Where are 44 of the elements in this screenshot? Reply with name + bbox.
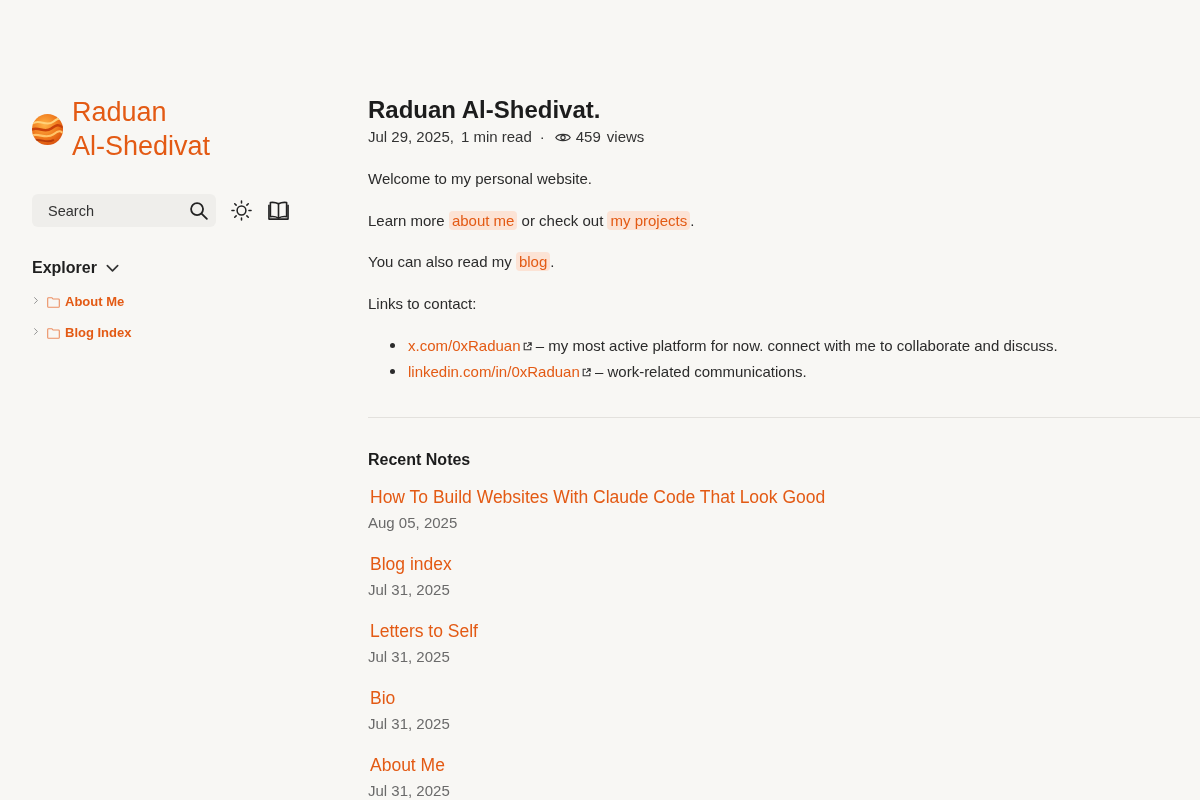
note-link[interactable]: Letters to Self <box>370 619 478 642</box>
sun-icon[interactable] <box>231 200 252 221</box>
meta-separator: · <box>539 127 545 147</box>
folder-icon <box>47 296 60 308</box>
paragraph: Learn more about me or check out my projects . <box>368 210 696 231</box>
note-date: Jul 31, 2025 <box>368 713 450 734</box>
paragraph: Links to contact: <box>368 293 478 314</box>
inline-link[interactable]: my projects <box>607 210 691 230</box>
view-count: 459 <box>575 127 601 147</box>
explorer-toggle[interactable]: Explorer <box>32 257 120 279</box>
note-link[interactable]: Blog index <box>370 552 452 575</box>
external-link-icon <box>522 341 532 351</box>
bullet-icon <box>390 369 395 374</box>
bullet-icon <box>390 343 395 348</box>
tree-item[interactable]: About Me <box>32 292 125 312</box>
search-icon[interactable] <box>189 201 208 220</box>
swirl-sphere-logo-icon[interactable] <box>32 113 63 145</box>
folder-icon <box>47 327 60 339</box>
external-link[interactable]: x.com/0xRaduan <box>408 336 532 354</box>
external-link[interactable]: linkedin.com/in/0xRaduan <box>408 362 591 380</box>
note-date: Jul 31, 2025 <box>368 646 450 667</box>
note-date: Jul 31, 2025 <box>368 579 450 600</box>
tree-item[interactable]: Blog Index <box>32 323 132 343</box>
inline-link[interactable]: about me <box>448 210 518 230</box>
eye-icon <box>554 131 571 143</box>
note-date: Aug 05, 2025 <box>368 512 458 533</box>
paragraph: You can also read my blog . <box>368 252 556 272</box>
section-heading: Recent Notes <box>368 449 472 470</box>
article-title: Raduan Al-Shedivat. <box>368 95 602 125</box>
external-link-icon <box>581 367 591 377</box>
publish-date: Jul 29, 2025, <box>368 127 454 147</box>
note-link[interactable]: About Me <box>370 753 445 776</box>
note-date: Jul 31, 2025 <box>368 780 450 800</box>
search-field[interactable]: Search <box>32 194 216 227</box>
open-book-icon[interactable] <box>268 200 289 221</box>
contact-line: linkedin.com/in/0xRaduan – work-related communications. <box>408 361 807 382</box>
read-time: 1 min read <box>460 127 532 147</box>
inline-link[interactable]: blog <box>515 252 551 271</box>
note-link[interactable]: How To Build Websites With Claude Code That Look Good <box>370 485 826 508</box>
view-label: views <box>606 127 645 147</box>
note-link[interactable]: Bio <box>370 686 396 709</box>
contact-line: x.com/0xRaduan – my most active platform for now. connect with me to collaborate and discuss. <box>408 335 1058 356</box>
paragraph: Welcome to my personal website. <box>368 169 593 189</box>
site-title[interactable]: Raduan Al-Shedivat <box>72 95 242 163</box>
